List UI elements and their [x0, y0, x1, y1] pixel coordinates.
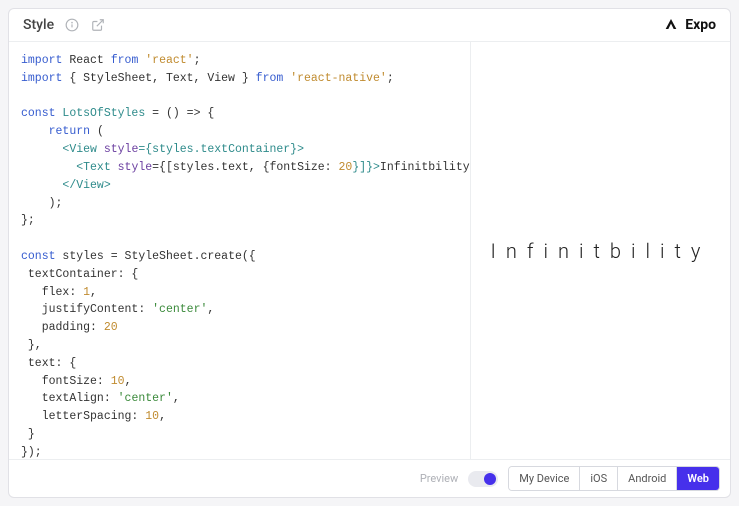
- code-editor[interactable]: import React from 'react'; import { Styl…: [9, 42, 470, 459]
- brand-label: Expo: [685, 17, 716, 33]
- preview-panel: Infinitbility: [470, 42, 730, 459]
- main-area: import React from 'react'; import { Styl…: [9, 42, 730, 459]
- tab-android[interactable]: Android: [618, 467, 677, 490]
- external-link-icon[interactable]: [90, 17, 106, 33]
- app-title: Style: [23, 17, 54, 33]
- expo-brand[interactable]: Expo: [663, 17, 716, 33]
- preview-toggle[interactable]: [468, 471, 498, 487]
- header-left: Style: [23, 17, 106, 33]
- tab-web[interactable]: Web: [677, 467, 719, 490]
- footer-bar: Preview My Device iOS Android Web: [9, 459, 730, 497]
- tab-my-device[interactable]: My Device: [509, 467, 580, 490]
- preview-output-text: Infinitbility: [491, 239, 711, 263]
- info-icon[interactable]: [64, 17, 80, 33]
- snack-window: Style Expo import React from 'react'; im…: [8, 8, 731, 498]
- toggle-knob: [484, 473, 496, 485]
- header-bar: Style Expo: [9, 9, 730, 42]
- preview-toggle-label: Preview: [420, 472, 458, 485]
- expo-logo-icon: [663, 17, 679, 33]
- tab-ios[interactable]: iOS: [580, 467, 618, 490]
- platform-tabs: My Device iOS Android Web: [508, 466, 720, 491]
